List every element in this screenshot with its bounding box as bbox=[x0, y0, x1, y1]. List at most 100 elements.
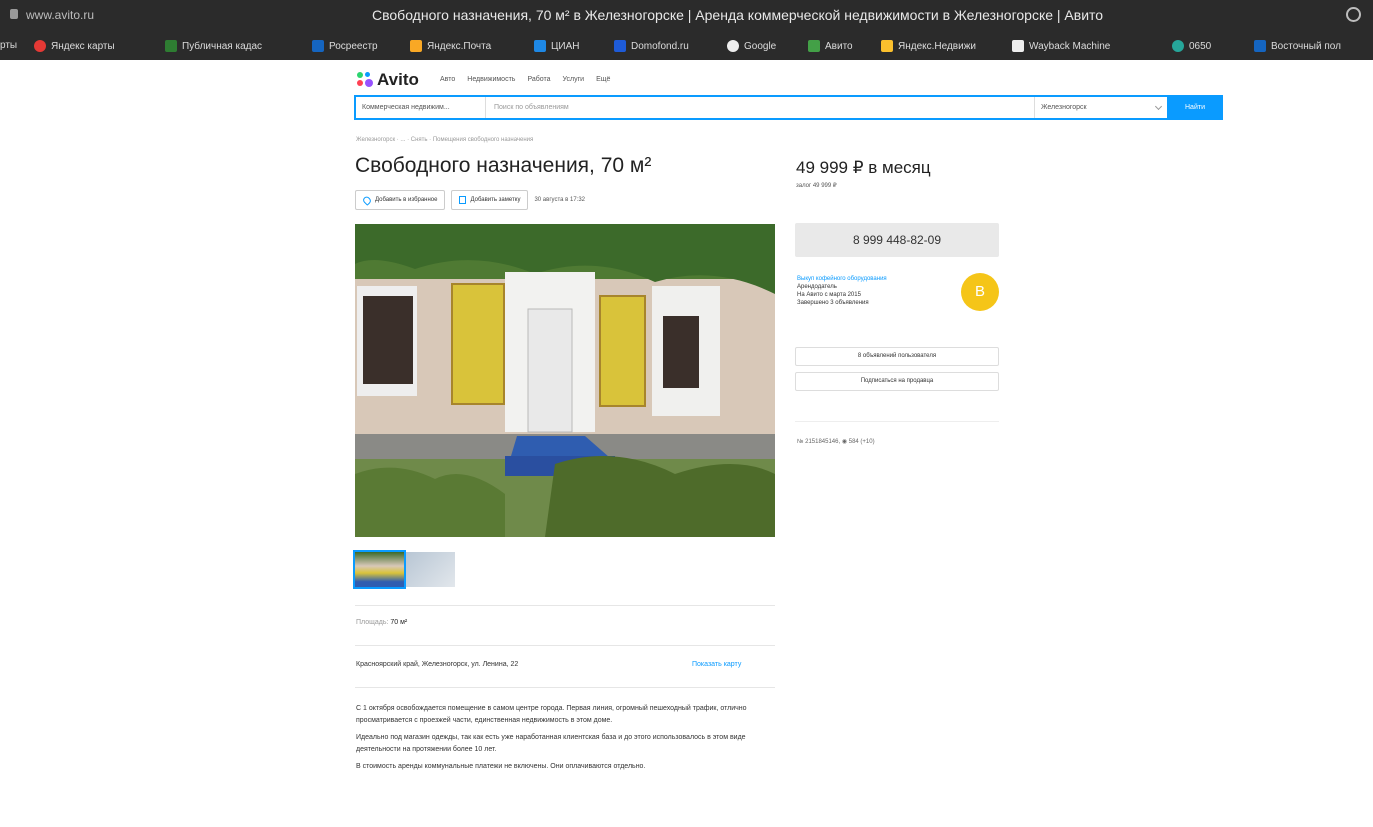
seller-since: На Авито с марта 2015 bbox=[797, 292, 861, 298]
address-bar-url[interactable]: www.avito.ru bbox=[26, 8, 94, 22]
thumbnail-1[interactable] bbox=[353, 550, 406, 589]
bookmark-label: Яндекс карты bbox=[51, 40, 115, 52]
show-map-link[interactable]: Показать карту bbox=[692, 661, 741, 668]
area-label: Площадь: bbox=[356, 619, 389, 626]
bookmark-label: Google bbox=[744, 40, 777, 52]
search-bar: Коммерческая недвижим... Поиск по объявл… bbox=[354, 95, 1223, 120]
deposit: залог 49 999 ₽ bbox=[796, 183, 837, 189]
cian-icon bbox=[534, 40, 546, 52]
google-icon bbox=[727, 40, 739, 52]
bookmark-wayback[interactable]: Wayback Machine bbox=[1012, 40, 1110, 52]
bookmark-label: Wayback Machine bbox=[1029, 40, 1111, 52]
divider bbox=[795, 421, 999, 422]
avito-icon bbox=[808, 40, 820, 52]
lock-icon bbox=[10, 9, 18, 19]
bookmark-avito[interactable]: Авито bbox=[808, 40, 853, 52]
eye-icon: ◉ bbox=[841, 439, 848, 445]
bookmark-cian[interactable]: ЦИАН bbox=[534, 40, 579, 52]
breadcrumb[interactable]: Железногорск · ... · Снять · Помещения с… bbox=[356, 137, 533, 143]
nav-auto[interactable]: Авто bbox=[440, 76, 455, 83]
seller-info: Выкуп кофейного оборудования Арендодател… bbox=[797, 275, 937, 307]
bookmark-label: Восточный пол bbox=[1271, 40, 1341, 52]
divider bbox=[355, 645, 775, 646]
price: 49 999 ₽ в месяц bbox=[796, 158, 931, 177]
seller-role: Арендодатель bbox=[797, 284, 837, 290]
listing-actions: Добавить в избранное Добавить заметку 30… bbox=[355, 190, 585, 210]
nav-more[interactable]: Ещё bbox=[596, 76, 610, 83]
bookmark-yandex-realty[interactable]: Яндекс.Недвижи bbox=[881, 40, 976, 52]
page-title: Свободного назначения, 70 м² bbox=[355, 154, 652, 177]
bookmark-domofond[interactable]: Domofond.ru bbox=[614, 40, 689, 52]
divider bbox=[355, 687, 775, 688]
category-select[interactable]: Коммерческая недвижим... bbox=[356, 97, 486, 118]
divider bbox=[355, 605, 775, 606]
location-select[interactable]: Железногорск bbox=[1034, 97, 1167, 118]
mail-icon bbox=[410, 40, 422, 52]
add-note-button[interactable]: Добавить заметку bbox=[451, 190, 529, 210]
bookmark-0[interactable]: рты bbox=[0, 40, 17, 51]
add-favorite-button[interactable]: Добавить в избранное bbox=[355, 190, 446, 210]
add-favorite-label: Добавить в избранное bbox=[375, 197, 438, 203]
user-ads-button[interactable]: 8 объявлений пользователя bbox=[795, 347, 999, 366]
domofond-icon bbox=[614, 40, 626, 52]
wayback-icon bbox=[1012, 40, 1024, 52]
window-title: Свободного назначения, 70 м² в Железного… bbox=[372, 7, 1104, 23]
arrow-icon bbox=[1172, 40, 1184, 52]
description: С 1 октября освобождается помещение в са… bbox=[356, 703, 771, 778]
search-input[interactable]: Поиск по объявлениям bbox=[494, 97, 569, 118]
area-value: 70 м² bbox=[390, 619, 408, 626]
nav-services[interactable]: Услуги bbox=[563, 76, 585, 83]
bookmark-cadastral[interactable]: Публичная кадас bbox=[165, 40, 262, 52]
ad-meta: № 2151845146, ◉ 584 (+10) bbox=[797, 439, 875, 445]
bookmarks-bar: рты Яндекс карты Публичная кадас Росреес… bbox=[0, 30, 1373, 60]
thumbnail-2[interactable] bbox=[406, 552, 455, 587]
bookmark-google[interactable]: Google bbox=[727, 40, 776, 52]
yandex-maps-icon bbox=[34, 40, 46, 52]
find-button[interactable]: Найти bbox=[1167, 95, 1223, 120]
bookmark-label: Яндекс.Недвижи bbox=[898, 40, 976, 52]
phone-button[interactable]: 8 999 448-82-09 bbox=[795, 223, 999, 257]
bookmark-label: Яндекс.Почта bbox=[427, 40, 492, 52]
cadastral-icon bbox=[165, 40, 177, 52]
bookmark-label: 0650 bbox=[1189, 40, 1212, 52]
main-photo[interactable] bbox=[355, 224, 775, 537]
description-paragraph: В стоимость аренды коммунальные платежи … bbox=[356, 763, 646, 770]
seller-name[interactable]: Выкуп кофейного оборудования bbox=[797, 275, 937, 283]
bookmark-label: Авито bbox=[825, 40, 853, 52]
search-icon[interactable] bbox=[1346, 7, 1361, 22]
bookmark-label: Росреестр bbox=[329, 40, 378, 52]
logo-text: Avito bbox=[377, 70, 419, 89]
subscribe-button[interactable]: Подписаться на продавца bbox=[795, 372, 999, 391]
bookmark-label: Публичная кадас bbox=[182, 40, 263, 52]
house-icon bbox=[881, 40, 893, 52]
photo-thumbnails bbox=[353, 550, 455, 589]
location-value: Железногорск bbox=[1041, 104, 1087, 111]
bookmark-yandex-mail[interactable]: Яндекс.Почта bbox=[410, 40, 491, 52]
address: Красноярский край, Железногорск, ул. Лен… bbox=[356, 661, 519, 668]
bookmark-0650[interactable]: 0650 bbox=[1172, 40, 1211, 52]
top-nav: Авто Недвижимость Работа Услуги Ещё bbox=[440, 76, 610, 83]
bank-icon bbox=[1254, 40, 1266, 52]
avito-logo[interactable]: Avito bbox=[357, 70, 419, 90]
rosreestr-icon bbox=[312, 40, 324, 52]
ad-number: № 2151845146 bbox=[797, 439, 839, 445]
area-row: Площадь: 70 м² bbox=[356, 619, 407, 626]
views-count: 584 (+10) bbox=[848, 439, 875, 445]
nav-jobs[interactable]: Работа bbox=[527, 76, 550, 83]
heart-icon bbox=[361, 194, 373, 206]
bookmark-vostochny[interactable]: Восточный пол bbox=[1254, 40, 1341, 52]
bookmark-label: ЦИАН bbox=[551, 40, 580, 52]
seller-completed: Завершено 3 объявления bbox=[797, 300, 869, 306]
bookmark-rosreestr[interactable]: Росреестр bbox=[312, 40, 378, 52]
note-icon bbox=[459, 196, 467, 204]
avatar[interactable]: В bbox=[961, 273, 999, 311]
bookmark-label: рты bbox=[0, 40, 18, 51]
description-paragraph: С 1 октября освобождается помещение в са… bbox=[356, 705, 747, 724]
description-paragraph: Идеально под магазин одежды, так как ест… bbox=[356, 734, 746, 753]
add-note-label: Добавить заметку bbox=[470, 197, 521, 203]
browser-title-bar: www.avito.ru Свободного назначения, 70 м… bbox=[0, 0, 1373, 30]
listing-date: 30 августа в 17:32 bbox=[534, 197, 586, 203]
bookmark-yandex-maps[interactable]: Яндекс карты bbox=[34, 40, 115, 52]
nav-realty[interactable]: Недвижимость bbox=[467, 76, 515, 83]
bookmark-label: Domofond.ru bbox=[631, 40, 689, 52]
